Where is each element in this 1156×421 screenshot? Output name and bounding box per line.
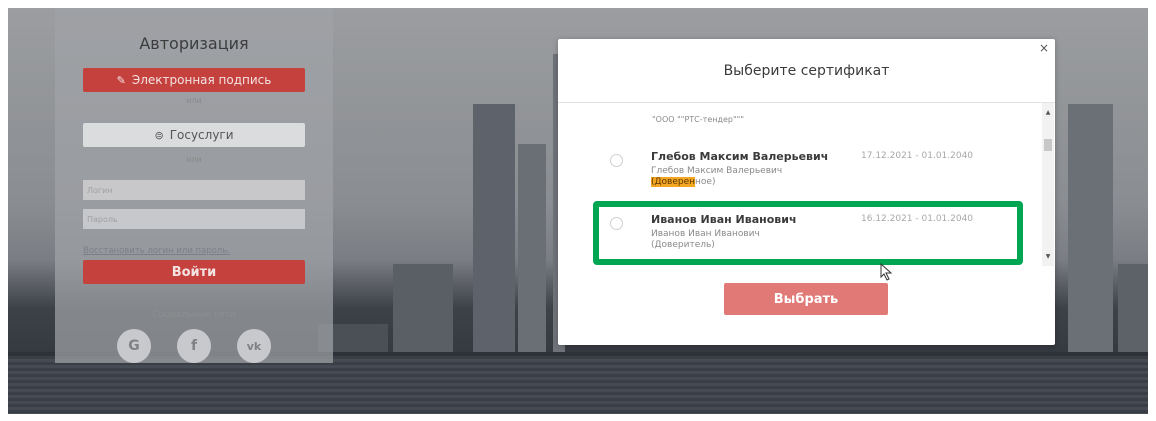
river-water — [8, 356, 1148, 414]
cert-radio[interactable] — [610, 154, 623, 167]
tower-silhouette — [473, 104, 515, 354]
close-icon[interactable]: × — [1039, 42, 1049, 54]
password-input[interactable]: Пароль — [83, 209, 305, 229]
or-separator: или — [186, 96, 202, 105]
login-submit-label: Войти — [171, 264, 217, 280]
login-submit-button[interactable]: Войти — [83, 260, 305, 284]
tower-silhouette — [1118, 264, 1148, 354]
tower-silhouette — [1068, 104, 1113, 354]
login-panel: Авторизация ✎ Электронная подпись или ⊜ … — [55, 8, 333, 363]
scroll-thumb[interactable] — [1044, 139, 1052, 151]
highlight-box — [593, 201, 1023, 265]
cert-subject: Глебов Максим Валерьевич — [651, 166, 783, 176]
cert-name: Глебов Максим Валерьевич — [651, 150, 829, 163]
scroll-up-icon[interactable]: ▲ — [1042, 109, 1054, 116]
scroll-down-icon[interactable]: ▼ — [1042, 253, 1054, 260]
cert-validity: 17.12.2021 - 01.01.2040 — [861, 151, 974, 161]
organization-label: "ООО ""РТС-тендер""" — [652, 115, 745, 124]
esign-button[interactable]: ✎ Электронная подпись — [83, 68, 305, 92]
tag-icon: ✎ — [116, 73, 126, 87]
gosuslugi-button[interactable]: ⊜ Госуслуги — [83, 123, 305, 147]
cert-role-rest: ное) — [695, 177, 716, 187]
esign-button-label: Электронная подпись — [131, 73, 272, 87]
list-scrollbar[interactable]: ▲ ▼ — [1042, 103, 1054, 266]
or-separator: или — [186, 155, 202, 164]
restore-credentials-link[interactable]: Восстановить логин или пароль. — [83, 246, 230, 256]
modal-title: Выберите сертификат — [723, 63, 890, 79]
google-icon[interactable]: G — [117, 329, 151, 363]
select-certificate-button[interactable]: Выбрать — [724, 283, 888, 315]
mouse-cursor-icon — [880, 263, 893, 281]
facebook-icon[interactable]: f — [177, 329, 211, 363]
page: Авторизация ✎ Электронная подпись или ⊜ … — [0, 0, 1156, 421]
tower-silhouette — [393, 264, 453, 354]
vk-icon[interactable]: vk — [237, 329, 271, 363]
certificate-modal: × Выберите сертификат "ООО ""РТС-тендер"… — [558, 39, 1055, 345]
gosuslugi-button-label: Госуслуги — [169, 128, 234, 142]
social-networks-label: Социальные сети — [152, 310, 236, 320]
login-input[interactable]: Логин — [83, 180, 305, 200]
cert-role: (Доверенное) — [651, 177, 715, 188]
gosuslugi-icon: ⊜ — [154, 128, 164, 142]
tower-silhouette — [518, 144, 546, 354]
search-highlight: (Доверен — [651, 177, 696, 187]
login-title: Авторизация — [139, 34, 249, 53]
